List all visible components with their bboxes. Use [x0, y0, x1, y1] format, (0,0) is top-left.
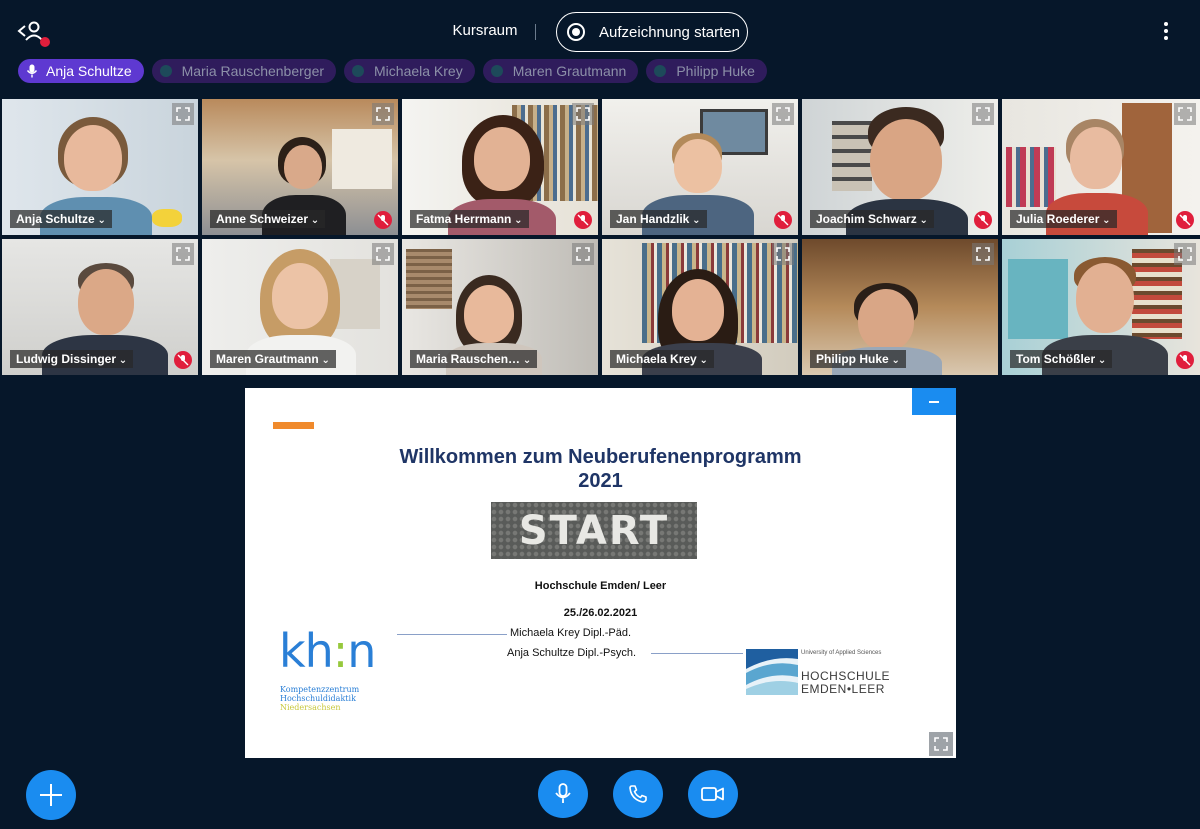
talker-name: Philipp Huke	[676, 63, 755, 79]
video-camera-icon	[701, 787, 724, 801]
talker-name: Michaela Krey	[374, 63, 463, 79]
talker-status-dot	[159, 65, 172, 77]
slide-presenter-1: Michaela Krey Dipl.-Päd.	[510, 627, 632, 639]
fullscreen-icon[interactable]	[572, 243, 594, 265]
fullscreen-icon[interactable]	[372, 103, 394, 125]
talker-status-dot	[490, 65, 503, 77]
participant-name: Maren Grautmann	[210, 350, 336, 368]
users-list-toggle-button[interactable]	[16, 18, 50, 48]
room-title: Kursraum	[452, 22, 518, 39]
actions-plus-button[interactable]	[26, 770, 76, 820]
participant-name: Anne Schweizer	[210, 210, 326, 228]
slide-university: Hochschule Emden/ Leer	[534, 580, 667, 592]
mic-off-icon	[774, 211, 792, 229]
slide-title-line2: 2021	[578, 470, 623, 492]
talker-maria-rauschenberger[interactable]: Maria Rauschenberger	[151, 59, 337, 83]
slide-divider-line	[397, 634, 507, 635]
talking-indicators: Anja Schultze Maria Rauschenberger Micha…	[18, 59, 767, 83]
video-tile[interactable]: Tom Schößler	[1002, 239, 1200, 375]
video-tile[interactable]: Ludwig Dissinger	[2, 239, 198, 375]
slide-divider-line	[651, 653, 743, 654]
fullscreen-icon[interactable]	[772, 243, 794, 265]
more-options-button[interactable]	[1158, 22, 1174, 44]
video-tile[interactable]: Maria Rauschen…	[402, 239, 598, 375]
video-tile[interactable]: Jan Handzlik	[602, 99, 798, 235]
video-tile[interactable]: Fatma Herrmann	[402, 99, 598, 235]
share-webcam-button[interactable]	[688, 770, 738, 818]
khn-logo-subtitle: Kompetenzzentrum Hochschuldidaktik Niede…	[280, 685, 360, 712]
video-tile[interactable]: Michaela Krey	[602, 239, 798, 375]
fullscreen-icon[interactable]	[772, 103, 794, 125]
talker-status-dot	[352, 65, 365, 77]
fullscreen-icon[interactable]	[972, 103, 994, 125]
talker-michaela-krey[interactable]: Michaela Krey	[344, 59, 475, 83]
start-recording-button[interactable]: Aufzeichnung starten	[556, 12, 748, 52]
slide-title: Willkommen zum Neuberufenenprogramm 2021	[245, 445, 956, 493]
microphone-icon	[555, 783, 571, 803]
start-image-text: START	[518, 508, 670, 554]
mic-off-icon	[974, 211, 992, 229]
slide-presenter-2: Anja Schultze Dipl.-Psych.	[507, 647, 636, 659]
participant-name: Ludwig Dissinger	[10, 350, 134, 368]
notification-dot	[40, 37, 50, 47]
microphone-button[interactable]	[538, 770, 588, 818]
talker-name: Maren Grautmann	[512, 63, 627, 79]
fullscreen-icon[interactable]	[1174, 103, 1196, 125]
slide-date: 25./26.02.2021	[563, 607, 638, 619]
phone-icon	[629, 785, 647, 803]
fullscreen-icon[interactable]	[372, 243, 394, 265]
participant-name: Maria Rauschen…	[410, 350, 538, 368]
talker-anja-schultze[interactable]: Anja Schultze	[18, 59, 144, 83]
participant-name: Julia Roederer	[1010, 210, 1117, 228]
slide-accent-bar	[273, 422, 314, 429]
more-vertical-icon	[1158, 22, 1174, 40]
mic-off-icon	[1176, 211, 1194, 229]
record-icon	[567, 23, 585, 41]
minimize-presentation-button[interactable]	[912, 388, 956, 415]
header-divider	[535, 24, 536, 40]
video-grid: Anja Schultze Anne Schweizer Fatma Herrm…	[2, 99, 1200, 377]
participant-name: Michaela Krey	[610, 350, 714, 368]
participant-name: Anja Schultze	[10, 210, 112, 228]
talker-name: Maria Rauschenberger	[181, 63, 325, 79]
video-tile[interactable]: Maren Grautmann	[202, 239, 398, 375]
video-tile[interactable]: Anne Schweizer	[202, 99, 398, 235]
participant-name: Fatma Herrmann	[410, 210, 529, 228]
microphone-icon	[26, 64, 38, 78]
fullscreen-icon[interactable]	[172, 103, 194, 125]
fullscreen-icon[interactable]	[572, 103, 594, 125]
fullscreen-icon[interactable]	[972, 243, 994, 265]
hochschule-name: HOCHSCHULE EMDEN•LEER	[801, 669, 891, 696]
mic-off-icon	[574, 211, 592, 229]
mic-off-icon	[174, 351, 192, 369]
hochschule-logo-mark	[746, 649, 798, 695]
participant-name: Joachim Schwarz	[810, 210, 934, 228]
start-recording-label: Aufzeichnung starten	[599, 23, 740, 41]
leave-audio-button[interactable]	[613, 770, 663, 818]
video-tile[interactable]: Anja Schultze	[2, 99, 198, 235]
fullscreen-icon[interactable]	[172, 243, 194, 265]
fullscreen-presentation-button[interactable]	[929, 732, 953, 756]
top-bar: Kursraum Aufzeichnung starten	[0, 0, 1200, 60]
video-tile[interactable]: Philipp Huke	[802, 239, 998, 375]
participant-name: Philipp Huke	[810, 350, 906, 368]
mic-off-icon	[1176, 351, 1194, 369]
participant-name: Jan Handzlik	[610, 210, 707, 228]
hochschule-tagline: University of Applied Sciences	[801, 650, 882, 656]
mic-off-icon	[374, 211, 392, 229]
talker-name: Anja Schultze	[46, 63, 132, 79]
khn-logo: kh:n	[279, 624, 376, 678]
video-tile[interactable]: Joachim Schwarz	[802, 99, 998, 235]
presentation-slide: Willkommen zum Neuberufenenprogramm 2021…	[245, 388, 956, 758]
talker-philipp-huke[interactable]: Philipp Huke	[646, 59, 767, 83]
slide-title-line1: Willkommen zum Neuberufenenprogramm	[399, 446, 802, 468]
fullscreen-icon	[934, 737, 948, 751]
fullscreen-icon[interactable]	[1174, 243, 1196, 265]
talker-maren-grautmann[interactable]: Maren Grautmann	[482, 59, 639, 83]
start-image: START	[491, 502, 697, 559]
participant-name: Tom Schößler	[1010, 350, 1113, 368]
video-tile[interactable]: Julia Roederer	[1002, 99, 1200, 235]
talker-status-dot	[654, 65, 667, 77]
